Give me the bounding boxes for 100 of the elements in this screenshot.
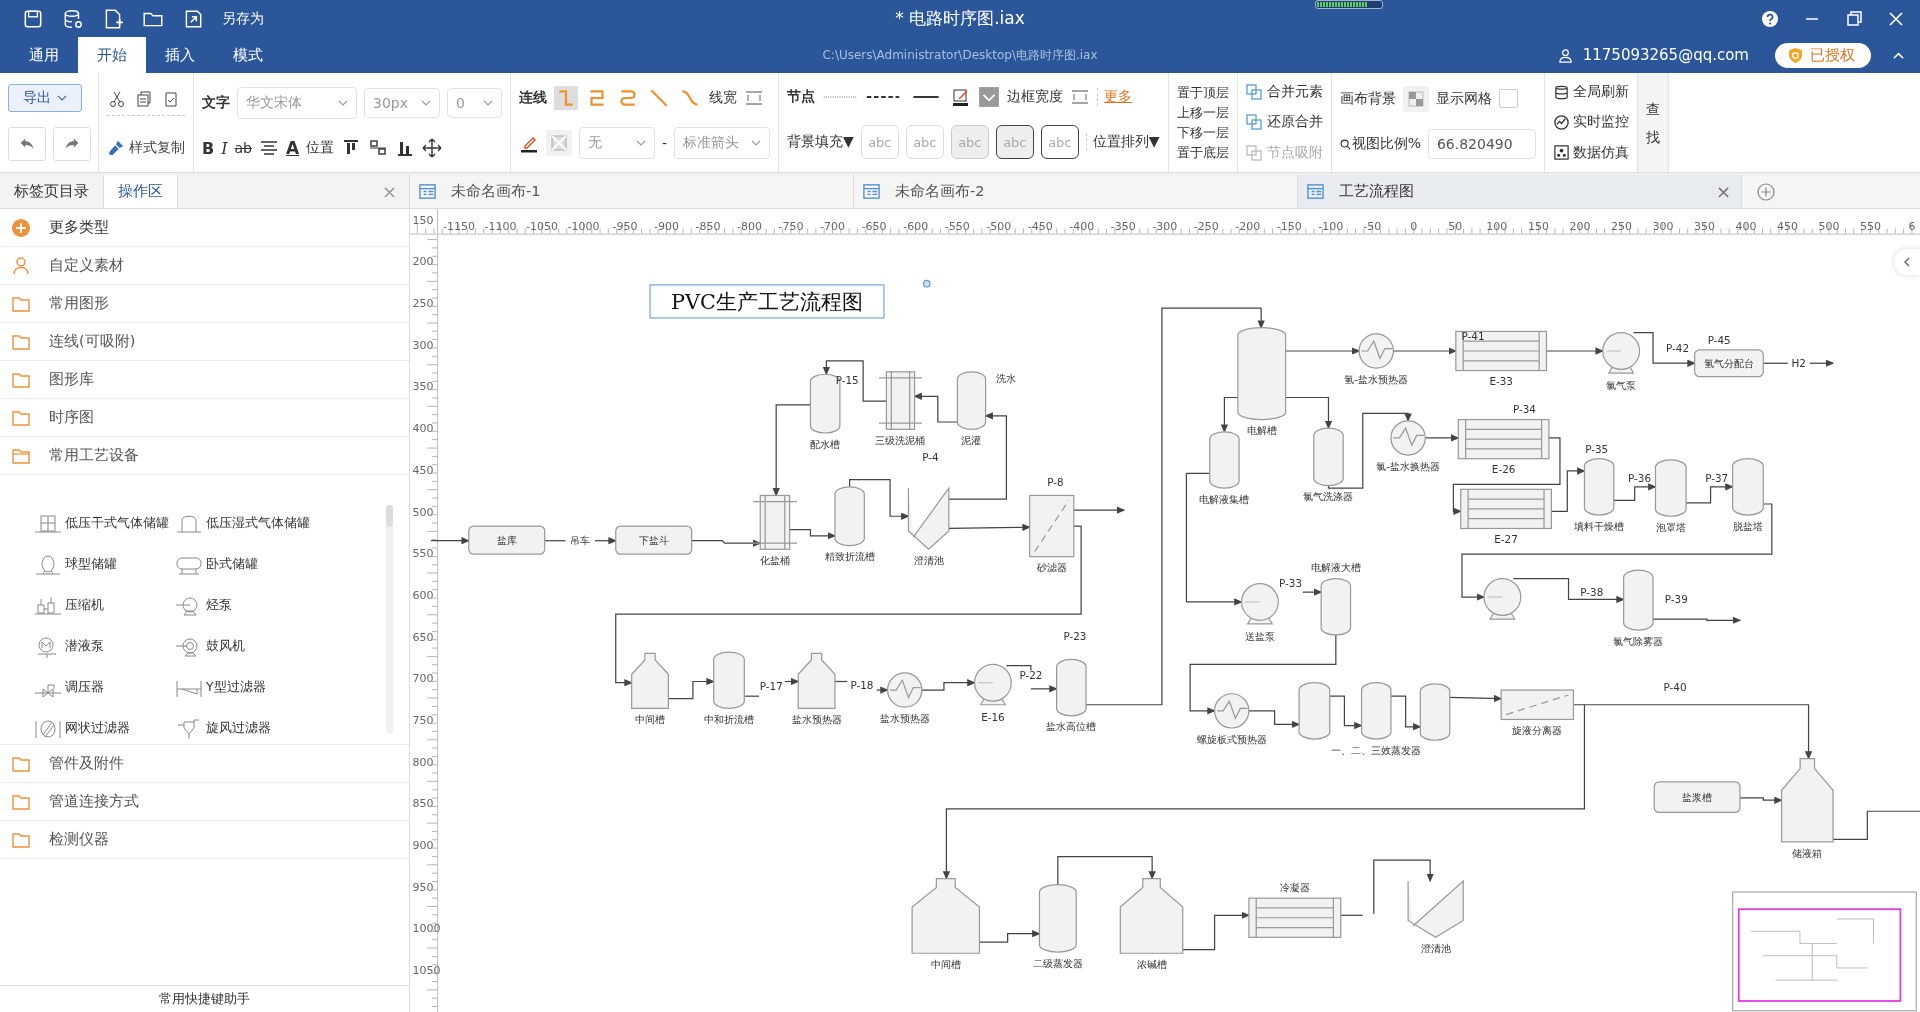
canvas-tab[interactable]: 工艺流程图 × (1298, 175, 1742, 208)
tank-shape[interactable] (911, 877, 981, 954)
layer-button[interactable]: 置于底层 (1176, 142, 1229, 163)
format-painter-button[interactable]: 样式复制 (107, 138, 185, 157)
heat-exchanger-shape[interactable] (1358, 333, 1394, 369)
save-as-button[interactable]: 另存为 (222, 9, 264, 28)
layer-button[interactable]: 上移一层 (1176, 102, 1229, 123)
process-box[interactable]: 氢气分配台 (1694, 349, 1764, 378)
border-width-button[interactable]: 边框宽度 (1007, 87, 1064, 106)
vessel-shape[interactable] (1419, 683, 1451, 741)
heat-exchanger-shape[interactable] (1457, 418, 1550, 460)
category-item[interactable]: 检测仪器 (0, 821, 409, 859)
menu-tab[interactable]: 通用 (10, 37, 78, 73)
strikethrough-button[interactable]: ab (234, 140, 252, 157)
equipment-item[interactable]: 鼓风机 (174, 626, 386, 667)
vessel-shape[interactable] (1056, 658, 1087, 717)
layer-button[interactable]: 置于顶层 (1176, 82, 1229, 103)
anchor-dot[interactable] (923, 279, 931, 288)
category-item[interactable]: 常用图形 (0, 285, 409, 323)
tank-shape[interactable] (631, 652, 669, 710)
process-box[interactable]: 下盐斗 (615, 525, 693, 555)
equipment-item[interactable]: 卧式储罐 (174, 544, 386, 585)
heat-exchanger-shape[interactable] (1390, 420, 1426, 456)
database-icon[interactable] (62, 7, 84, 30)
pump-shape[interactable] (1240, 582, 1279, 625)
heat-exchanger-shape[interactable] (1460, 488, 1552, 530)
copy-icon[interactable] (134, 88, 154, 109)
equipment-item[interactable]: Y型过滤器 (174, 667, 386, 708)
position-button[interactable]: 位置 (306, 139, 335, 158)
dropdown-icon[interactable] (978, 85, 1001, 108)
action-button[interactable]: 数据仿真 (1552, 143, 1629, 162)
vessel-shape[interactable] (956, 371, 987, 430)
equipment-item[interactable]: 压缩机 (33, 585, 174, 626)
vessel-shape[interactable] (1583, 458, 1615, 516)
layer-button[interactable]: 下移一层 (1176, 122, 1229, 143)
vessel-shape[interactable] (1360, 682, 1392, 740)
tank-shape[interactable] (752, 494, 798, 550)
vessel-shape[interactable] (1320, 578, 1352, 636)
category-item[interactable]: 更多类型 (0, 209, 409, 247)
export-dropdown[interactable]: 导出 (8, 84, 82, 113)
checker-icon[interactable] (1402, 85, 1429, 112)
heat-exchanger-shape[interactable] (1214, 693, 1250, 729)
equipment-item[interactable]: 烃泵 (174, 585, 386, 626)
restore-icon[interactable] (1844, 8, 1864, 29)
filter-shape[interactable] (1029, 494, 1075, 558)
menu-tab[interactable]: 开始 (78, 37, 146, 73)
tank-shape[interactable] (878, 371, 923, 430)
connector-style-icon[interactable] (554, 85, 578, 110)
process-box[interactable]: 盐浆槽 (1653, 781, 1741, 814)
grid-checkbox[interactable] (1498, 89, 1518, 109)
minimap[interactable] (1732, 891, 1917, 1012)
help-icon[interactable] (1760, 8, 1780, 29)
vessel-shape[interactable] (1038, 884, 1077, 953)
tank-shape[interactable] (1119, 877, 1184, 954)
canvas-background-button[interactable]: 画布背景 (1339, 89, 1396, 108)
vessel-shape[interactable] (1209, 431, 1240, 489)
background-fill-button[interactable]: 背景填充▼ (787, 133, 854, 152)
font-color-button[interactable]: A (286, 138, 300, 159)
redo-button[interactable] (53, 126, 91, 161)
tank-shape[interactable] (797, 652, 836, 710)
category-item[interactable]: 常用工艺设备 (0, 437, 409, 475)
add-tab-icon[interactable] (1756, 181, 1776, 202)
category-item[interactable]: 管件及附件 (0, 745, 409, 783)
merge-button[interactable]: 还原合并 (1245, 113, 1323, 132)
vessel-shape[interactable] (1732, 458, 1764, 516)
tank-shape[interactable] (1781, 758, 1834, 843)
equipment-item[interactable]: 低压湿式气体储罐 (174, 503, 386, 544)
equipment-item[interactable]: 低压干式气体储罐 (33, 503, 174, 544)
vessel-shape[interactable] (1623, 569, 1654, 631)
category-item[interactable]: 时序图 (0, 399, 409, 437)
category-item[interactable]: 自定义素材 (0, 247, 409, 285)
separator-shape[interactable] (1500, 689, 1575, 721)
category-item[interactable]: 管道连接方式 (0, 783, 409, 821)
vessel-shape[interactable] (713, 651, 745, 710)
category-item[interactable]: 连线(可吸附) (0, 323, 409, 361)
bold-button[interactable]: B (202, 138, 215, 158)
account-email[interactable]: 1175093265@qq.com (1582, 46, 1749, 64)
zoom-input[interactable]: 66.820490 (1427, 129, 1536, 160)
equipment-item[interactable]: 球型储罐 (33, 544, 174, 585)
line-width-button[interactable]: 线宽 (709, 88, 737, 107)
undo-button[interactable] (8, 126, 46, 161)
action-button[interactable]: 全局刷新 (1552, 83, 1629, 102)
pump-shape[interactable] (1602, 332, 1641, 374)
merge-button[interactable]: 合并元素 (1245, 83, 1323, 102)
action-button[interactable]: 实时监控 (1552, 113, 1629, 132)
diagram-title[interactable]: PVC生产工艺流程图 (649, 284, 885, 319)
pump-shape[interactable] (1483, 578, 1522, 620)
menu-tab[interactable]: 插入 (146, 37, 214, 73)
equipment-item[interactable]: 潜液泵 (33, 626, 174, 667)
heat-exchanger-shape[interactable] (1455, 330, 1548, 372)
vessel-shape[interactable] (1654, 459, 1687, 517)
heat-exchanger-shape[interactable] (887, 672, 923, 708)
shortcut-help-button[interactable]: 常用快捷键助手 (0, 985, 409, 1012)
settler-shape[interactable] (1407, 879, 1464, 939)
move-icon[interactable] (422, 138, 443, 159)
process-box[interactable]: 盐库 (468, 525, 546, 555)
scrollbar[interactable] (386, 505, 393, 734)
vessel-shape[interactable] (1237, 327, 1287, 421)
heat-exchanger-shape[interactable] (1248, 897, 1342, 938)
category-item[interactable]: 图形库 (0, 361, 409, 399)
